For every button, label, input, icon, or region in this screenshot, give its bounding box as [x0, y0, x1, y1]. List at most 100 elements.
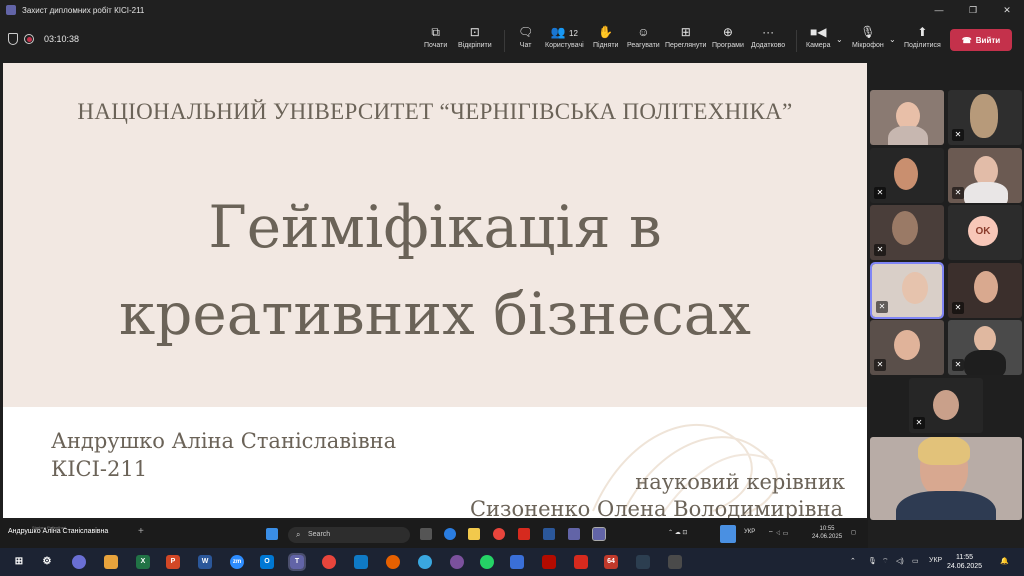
microphone-muted-icon: ✕: [913, 417, 925, 429]
participant-video-tile[interactable]: ✕: [909, 378, 983, 433]
supervisor-label: науковий керівник: [635, 470, 845, 494]
show-hidden-icons[interactable]: ⌃: [850, 557, 856, 565]
participant-video-tile[interactable]: ✕: [948, 148, 1022, 203]
microphone-in-use-icon: [720, 525, 736, 543]
participant-video-tile[interactable]: ✕: [870, 205, 944, 260]
language-indicator[interactable]: УКР: [929, 557, 942, 564]
meeting-timer: 03:10:38: [44, 34, 80, 44]
more-button[interactable]: ··· Додатково: [751, 24, 785, 58]
app-64-icon[interactable]: 64: [604, 555, 618, 569]
add-icon: +: [138, 526, 144, 537]
participant-face: [933, 390, 959, 420]
word-icon[interactable]: W: [198, 555, 212, 569]
view-button[interactable]: ⊞ Переглянути: [665, 24, 706, 58]
camera-options-chevron[interactable]: ⌄: [836, 32, 843, 66]
settings-gear-icon[interactable]: ⚙: [40, 555, 54, 569]
leave-button[interactable]: ☎ Вийти: [950, 29, 1012, 51]
unpin-icon: ⊡: [469, 25, 480, 39]
maximize-button[interactable]: ❐: [956, 0, 990, 20]
participant-face: [894, 158, 918, 190]
windows-taskbar: ⊞ ⚙ X P W zm O T 64 ⌃ 🎙 ⌔ ◁) ▭ УКР 11:55…: [0, 548, 1024, 576]
participant-face: [892, 211, 918, 245]
teams-logo-icon: [6, 5, 16, 15]
taskbar-clock[interactable]: 11:55 24.06.2025: [947, 553, 982, 571]
powerpoint-icon[interactable]: P: [166, 555, 180, 569]
meeting-toolbar: 03:10:38 ⧉ Почати ⊡ Відкріпити 🗨 Чат 👥 1…: [0, 20, 1024, 60]
share-screen-button[interactable]: ⬆ Поділитися: [904, 24, 941, 58]
whatsapp-icon[interactable]: [480, 555, 494, 569]
excel-icon[interactable]: X: [136, 555, 150, 569]
participant-face: [902, 272, 928, 304]
slide-title-line2: креативних бізнесах: [119, 280, 751, 348]
volume-icon[interactable]: ◁): [896, 557, 904, 565]
chevron-down-icon: ⌄: [889, 35, 896, 44]
firefox-icon[interactable]: [386, 555, 400, 569]
apps-button[interactable]: ⊕ Програми: [712, 24, 744, 58]
participant-video-tile[interactable]: OK: [948, 205, 1022, 260]
participant-video-tile[interactable]: ✕: [948, 320, 1022, 375]
people-button[interactable]: 👥 12 Користувачі: [545, 24, 584, 58]
camera-icon: ■◀: [809, 25, 827, 39]
teams-icon[interactable]: T: [288, 553, 306, 571]
raise-hand-button[interactable]: ✋ Підняти: [593, 24, 618, 58]
participant-video-tile[interactable]: ✕: [870, 148, 944, 203]
slide-title-line1: Гейміфікація в: [208, 193, 662, 261]
presenter-name-label: Андрушко Аліна Станіславівна: [8, 528, 109, 535]
participant-video-tile[interactable]: ✕: [870, 320, 944, 375]
outlook-icon[interactable]: O: [260, 555, 274, 569]
microphone-muted-icon: ✕: [952, 187, 964, 199]
participant-video-tile[interactable]: ✕: [948, 90, 1022, 145]
wifi-icon[interactable]: ⌔: [882, 557, 889, 566]
word-icon: [543, 528, 555, 540]
microphone-muted-icon: ✕: [952, 302, 964, 314]
acrobat-reader-icon[interactable]: [574, 555, 588, 569]
chat-button[interactable]: 🗨 Чат: [518, 24, 533, 58]
windows-start-icon[interactable]: ⊞: [12, 555, 26, 569]
acrobat-icon[interactable]: [542, 555, 556, 569]
react-button[interactable]: ☺ Реагувати: [627, 24, 660, 58]
microphone-options-chevron[interactable]: ⌄: [889, 32, 896, 66]
store-icon[interactable]: [510, 555, 524, 569]
presenter-video-tile[interactable]: [870, 437, 1022, 520]
notification-bell-icon[interactable]: 🔔: [1000, 557, 1009, 565]
viber-icon[interactable]: [450, 555, 464, 569]
microphone-muted-icon: ✕: [952, 359, 964, 371]
participant-video-tile-speaking[interactable]: ✕: [870, 262, 944, 319]
shared-search-box: Search: [288, 527, 410, 543]
toolbar-divider: [796, 30, 797, 52]
microphone-tray-icon[interactable]: 🎙: [868, 557, 877, 565]
share-screen-icon: ⬆: [917, 25, 928, 39]
participant-body: [888, 126, 928, 145]
record-icon: [24, 34, 34, 44]
university-name: НАЦІОНАЛЬНИЙ УНІВЕРСИТЕТ “ЧЕРНІГІВСЬКА П…: [77, 99, 793, 124]
microphone-button[interactable]: 🎙 Мікрофон: [852, 24, 884, 58]
participant-hair: [918, 437, 970, 465]
chevron-down-icon: ⌄: [836, 35, 843, 44]
phone-hangup-icon: ☎: [961, 35, 972, 45]
file-explorer-icon[interactable]: [104, 555, 118, 569]
battery-icon[interactable]: ▭: [912, 557, 919, 565]
app-icon[interactable]: [636, 555, 650, 569]
microphone-muted-icon: ✕: [876, 301, 888, 313]
close-button[interactable]: ✕: [990, 0, 1024, 20]
chrome-icon[interactable]: [322, 555, 336, 569]
shared-presentation-slide: НАЦІОНАЛЬНИЙ УНІВЕРСИТЕТ “ЧЕРНІГІВСЬКА П…: [3, 63, 867, 518]
shared-lang: УКР: [744, 529, 756, 535]
toolbar-divider: [504, 30, 505, 52]
calculator-icon[interactable]: [668, 555, 682, 569]
camera-button[interactable]: ■◀ Камера: [806, 24, 830, 58]
react-icon: ☺: [637, 25, 650, 39]
microphone-muted-icon: ✕: [874, 359, 886, 371]
apps-icon: ⊕: [722, 25, 733, 39]
minimize-button[interactable]: —: [922, 0, 956, 20]
author-group: КІСІ-211: [51, 457, 148, 481]
globe-icon[interactable]: [418, 555, 432, 569]
participant-video-tile[interactable]: ✕: [948, 263, 1022, 318]
visual-studio-icon[interactable]: [354, 555, 368, 569]
zoom-icon[interactable]: zm: [230, 555, 244, 569]
supervisor-name: Сизоненко Олена Володимирівна: [469, 497, 843, 518]
copilot-icon[interactable]: [72, 555, 86, 569]
participant-video-tile[interactable]: [870, 90, 944, 145]
unpin-button[interactable]: ⊡ Відкріпити: [458, 24, 492, 58]
share-start-button[interactable]: ⧉ Почати: [424, 24, 447, 58]
